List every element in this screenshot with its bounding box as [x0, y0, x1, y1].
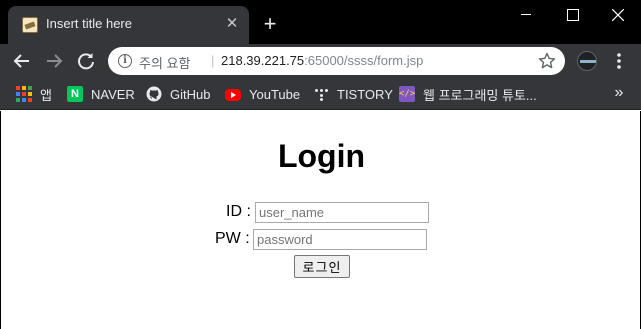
- maximize-button[interactable]: [549, 0, 595, 30]
- github-icon: [146, 86, 162, 102]
- security-label[interactable]: 주의 요함: [139, 53, 190, 72]
- window-close-button[interactable]: [595, 0, 641, 30]
- tab-strip: Insert title here ✕ +: [0, 0, 641, 44]
- tab-close-icon[interactable]: ✕: [222, 14, 242, 34]
- id-input[interactable]: [255, 202, 429, 223]
- bookmark-github[interactable]: GitHub: [146, 84, 210, 104]
- arrow-left-icon: [13, 54, 29, 68]
- browser-tab[interactable]: Insert title here ✕: [8, 6, 249, 44]
- back-button[interactable]: [8, 47, 36, 75]
- bookmark-label: NAVER: [91, 86, 135, 102]
- bookmark-youtube[interactable]: YouTube: [225, 84, 300, 104]
- divider: |: [211, 53, 215, 68]
- address-bar[interactable]: i 주의 요함 | 218.39.221.75:65000/ssss/form.…: [108, 47, 565, 75]
- bookmark-apps[interactable]: 앱: [16, 84, 52, 104]
- reload-button[interactable]: [72, 47, 100, 75]
- web-programming-icon: </>: [399, 86, 415, 102]
- info-icon[interactable]: i: [118, 54, 132, 68]
- page-favicon-icon: [22, 17, 38, 33]
- close-icon: [612, 9, 624, 21]
- forward-button[interactable]: [40, 47, 68, 75]
- bookmark-star-icon[interactable]: [537, 51, 557, 71]
- minimize-button[interactable]: [503, 0, 549, 30]
- bookmark-label: TISTORY: [337, 86, 393, 102]
- tistory-icon: [313, 86, 329, 102]
- bookmark-naver[interactable]: N NAVER: [67, 84, 135, 104]
- pw-label: PW :: [215, 230, 250, 247]
- browser-toolbar: i 주의 요함 | 218.39.221.75:65000/ssss/form.…: [0, 44, 641, 78]
- pw-row: PW :: [1, 228, 641, 250]
- bookmark-label: 웹 프로그래밍 튜토...: [423, 87, 537, 103]
- profile-avatar[interactable]: [577, 51, 597, 71]
- bookmark-tistory[interactable]: TISTORY: [313, 84, 393, 104]
- url-text[interactable]: 218.39.221.75:65000/ssss/form.jsp: [221, 53, 423, 68]
- apps-grid-icon: [16, 86, 32, 102]
- more-menu-icon[interactable]: [609, 51, 629, 71]
- id-row: ID :: [1, 201, 641, 223]
- reload-icon: [78, 53, 94, 70]
- bookmarks-overflow-icon[interactable]: »: [610, 83, 628, 103]
- bookmark-label: GitHub: [170, 86, 211, 102]
- password-input[interactable]: [253, 229, 427, 250]
- naver-icon: N: [67, 86, 83, 102]
- youtube-icon: [225, 89, 241, 101]
- bookmark-label: YouTube: [249, 86, 301, 102]
- login-button[interactable]: 로그인: [294, 255, 350, 278]
- bookmarks-bar: 앱 N NAVER GitHub YouTube TISTORY </> 웹 프…: [0, 78, 641, 110]
- page-title: Login: [277, 138, 366, 174]
- bookmark-web-programming[interactable]: </> 웹 프로그래밍 튜토...: [399, 84, 537, 104]
- new-tab-button[interactable]: +: [258, 12, 282, 36]
- arrow-right-icon: [47, 54, 63, 68]
- url-path: :65000/ssss/form.jsp: [304, 53, 424, 68]
- bookmark-label: 앱: [40, 87, 52, 103]
- tab-title: Insert title here: [46, 16, 132, 31]
- id-label: ID :: [226, 203, 251, 220]
- page-content: Login ID : PW : 로그인: [0, 111, 641, 329]
- url-host: 218.39.221.75: [221, 53, 305, 68]
